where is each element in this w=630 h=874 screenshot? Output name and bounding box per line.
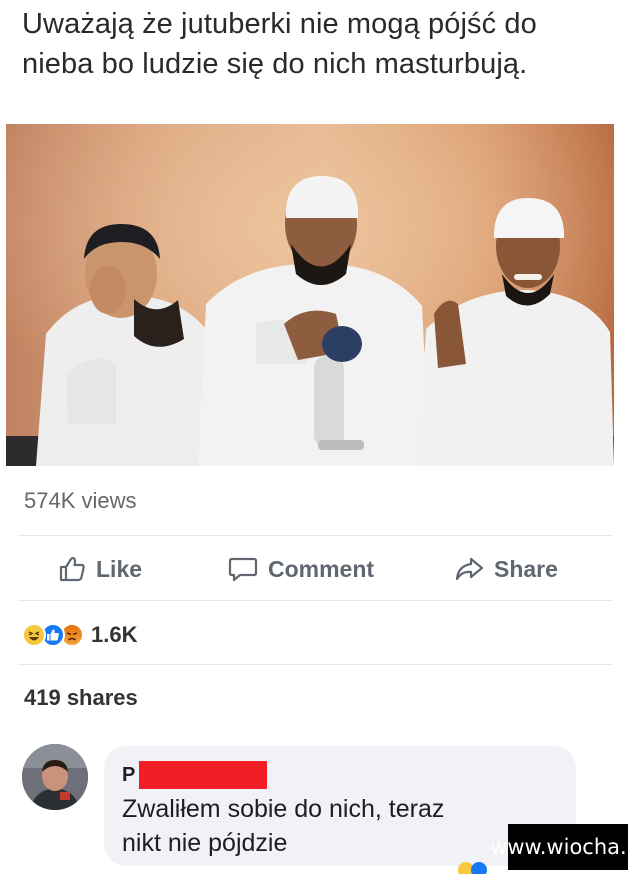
video-illustration <box>6 124 614 466</box>
share-button[interactable]: Share <box>454 544 558 594</box>
comment-author[interactable]: P <box>122 760 556 790</box>
divider <box>18 664 612 665</box>
comment-text-line: Zwaliłem sobie do nich, teraz <box>122 795 445 823</box>
avatar[interactable] <box>22 744 88 810</box>
comment-label: Comment <box>268 555 375 582</box>
haha-reaction-icon <box>22 623 46 647</box>
thumbs-up-icon <box>58 555 86 583</box>
comment-button[interactable]: Comment <box>228 544 374 594</box>
share-arrow-icon <box>454 555 484 583</box>
speech-bubble-icon <box>228 555 258 583</box>
video-thumbnail[interactable] <box>6 124 614 466</box>
comment-reactions <box>458 862 487 874</box>
like-reaction-icon <box>471 862 487 874</box>
redaction-bar <box>139 761 268 789</box>
author-name[interactable]: P <box>122 764 135 787</box>
like-label: Like <box>96 555 143 582</box>
reactions-count: 1.6K <box>91 622 138 647</box>
views-count: 574K views <box>24 488 137 513</box>
reactions-summary[interactable]: 1.6K <box>22 620 137 650</box>
like-button[interactable]: Like <box>58 544 142 594</box>
watermark: www.wiocha.pl <box>490 824 630 870</box>
action-bar: Like Comment Share <box>0 544 630 594</box>
divider <box>18 600 612 601</box>
divider <box>18 535 612 536</box>
share-label: Share <box>494 555 558 582</box>
post-caption: Uważają że jutuberki nie mogą pójść do n… <box>22 8 537 80</box>
shares-count[interactable]: 419 shares <box>24 685 138 711</box>
